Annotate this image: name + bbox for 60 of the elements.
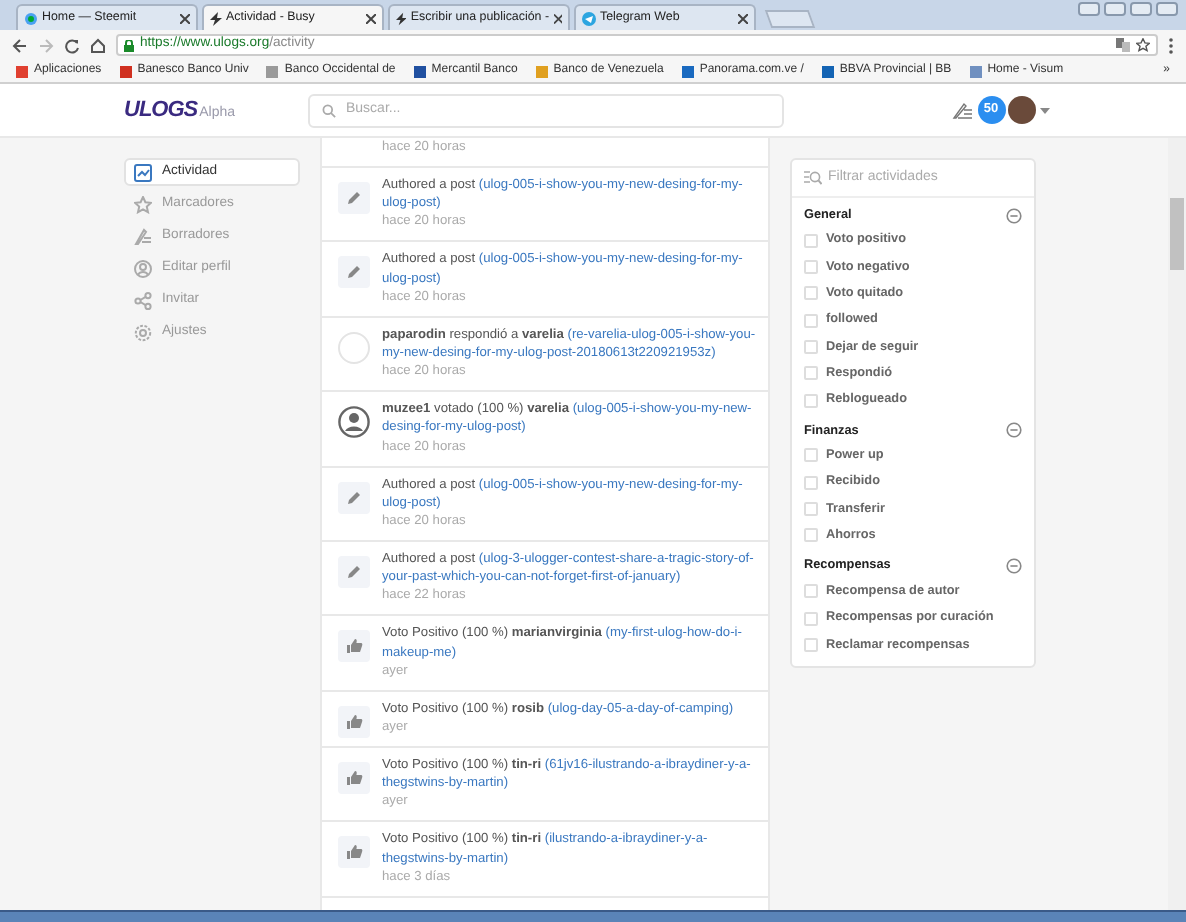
pencil-icon: [338, 256, 370, 289]
menu-icon[interactable]: [1168, 37, 1174, 53]
pencil-icon: [338, 481, 370, 514]
scrollbar[interactable]: [1168, 138, 1186, 910]
checkbox[interactable]: [804, 611, 818, 626]
reload-icon[interactable]: [64, 37, 80, 53]
star-icon: [134, 195, 152, 213]
telegram-icon: [582, 11, 596, 25]
new-tab-button[interactable]: [764, 10, 816, 28]
thumbs-up-icon: [338, 705, 370, 738]
checkbox[interactable]: [804, 339, 818, 354]
write-icon[interactable]: [951, 101, 974, 119]
collapse-icon[interactable]: [1006, 558, 1022, 575]
settings-icon: [134, 323, 152, 341]
bolt-icon: [396, 11, 407, 25]
checkbox[interactable]: [804, 313, 818, 328]
logo[interactable]: ULOGS: [124, 93, 198, 127]
checkbox[interactable]: [804, 448, 818, 463]
avatar-icon: [338, 331, 370, 364]
checkbox[interactable]: [804, 260, 818, 275]
checkbox[interactable]: [804, 366, 818, 381]
translate-icon[interactable]: [1116, 38, 1130, 52]
checkbox[interactable]: [804, 233, 818, 248]
close-icon[interactable]: [553, 13, 562, 23]
collapse-icon[interactable]: [1006, 422, 1022, 439]
checkbox[interactable]: [804, 502, 818, 517]
filter-search-icon: [804, 170, 822, 186]
checkbox[interactable]: [804, 475, 818, 490]
forward-icon[interactable]: [38, 37, 54, 53]
thumbs-up-icon: [338, 836, 370, 869]
drafts-icon: [134, 227, 152, 245]
thumbs-up-icon: [338, 630, 370, 663]
lock-icon: [124, 39, 134, 51]
maximize-button[interactable]: [1130, 2, 1152, 16]
checkbox[interactable]: [804, 637, 818, 652]
collapse-icon[interactable]: [1006, 207, 1022, 224]
close-button[interactable]: [1156, 2, 1178, 16]
checkbox[interactable]: [804, 286, 818, 301]
back-icon[interactable]: [12, 37, 28, 53]
home-icon[interactable]: [90, 37, 106, 53]
close-icon[interactable]: [738, 13, 748, 23]
pencil-icon: [338, 556, 370, 589]
minimize-button[interactable]: [1104, 2, 1126, 16]
star-icon[interactable]: [1136, 38, 1150, 52]
user-avatar-icon: [338, 406, 370, 439]
search-icon: [322, 103, 336, 117]
site-icon: [24, 11, 38, 25]
user-icon: [134, 259, 152, 277]
checkbox[interactable]: [804, 584, 818, 599]
checkbox[interactable]: [804, 393, 818, 408]
caret-icon[interactable]: [1040, 107, 1050, 113]
bolt-icon: [210, 11, 222, 25]
close-icon[interactable]: [180, 13, 190, 23]
share-icon: [134, 291, 152, 309]
chart-icon: [134, 163, 152, 181]
pencil-icon: [338, 182, 370, 214]
close-icon[interactable]: [366, 13, 376, 23]
avatar[interactable]: [1008, 96, 1037, 124]
thumbs-up-icon: [338, 762, 370, 795]
checkbox[interactable]: [804, 528, 818, 543]
